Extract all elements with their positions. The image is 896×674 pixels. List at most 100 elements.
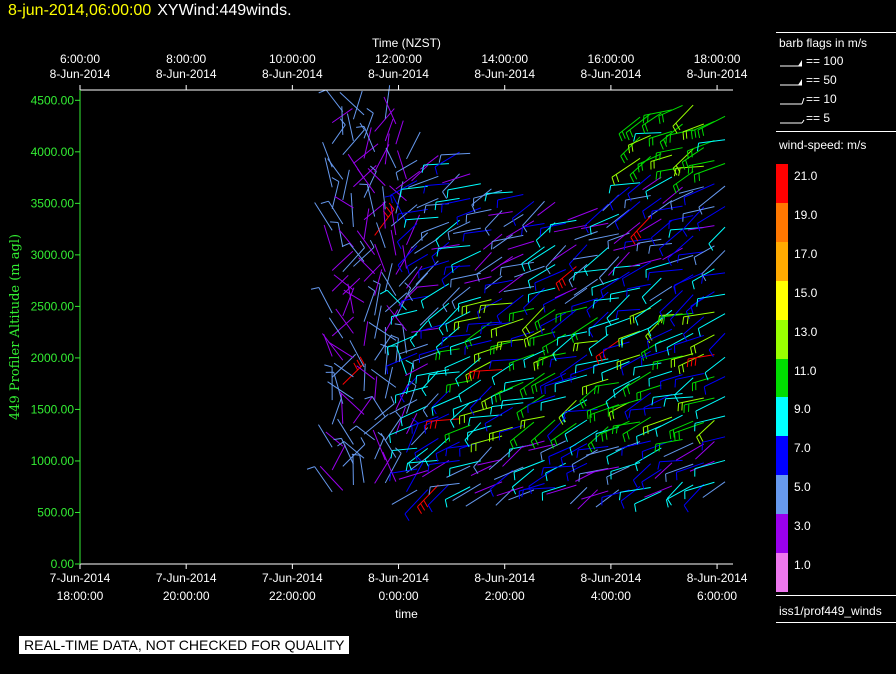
wind-barb xyxy=(579,468,609,475)
wind-barb xyxy=(451,286,471,302)
wind-barb-feather xyxy=(556,337,559,346)
wind-barb xyxy=(444,424,471,436)
wind-barb-feather xyxy=(658,115,661,124)
wind-barb-feather xyxy=(605,431,608,440)
wind-barb-feather xyxy=(693,257,697,266)
wind-barb-feather xyxy=(593,386,596,395)
y-tick-label: 3000.00 xyxy=(31,248,75,262)
wind-barb-feather xyxy=(372,280,381,285)
wind-barb-feather xyxy=(682,316,685,325)
wind-barb xyxy=(650,154,673,162)
wind-barb xyxy=(617,308,641,312)
wind-barb xyxy=(339,391,365,415)
wind-barb xyxy=(499,425,524,433)
wind-barb-feather xyxy=(420,232,423,241)
wind-barb-feather xyxy=(586,309,591,318)
wind-barb-feather xyxy=(568,279,573,288)
wind-barb-feather xyxy=(632,171,638,180)
wind-barb xyxy=(374,284,381,316)
wind-barb-feather xyxy=(693,345,697,354)
wind-barb-feather xyxy=(462,233,465,242)
wind-barb xyxy=(701,250,726,275)
wind-barb-feather xyxy=(651,397,654,406)
wind-barb-feather xyxy=(611,425,614,435)
wind-barb-feather xyxy=(686,150,689,159)
wind-barb-feather xyxy=(606,476,609,485)
wind-barb-feather xyxy=(658,443,661,452)
wind-barb-feather xyxy=(560,457,564,466)
legend-divider xyxy=(776,32,896,33)
wind-barb-feather xyxy=(484,285,486,294)
wind-barb-feather xyxy=(598,277,605,285)
wind-barb-feather xyxy=(601,433,604,442)
colorbar-label: 7.0 xyxy=(794,441,811,456)
wind-barb-feather xyxy=(555,283,560,291)
wind-barb-feather xyxy=(621,278,625,287)
wind-barb xyxy=(690,291,715,307)
wind-barb xyxy=(496,294,524,317)
wind-barb xyxy=(384,417,402,441)
wind-barb xyxy=(407,272,429,295)
wind-barb-feather xyxy=(525,326,531,334)
wind-barb xyxy=(397,208,428,215)
wind-barb xyxy=(649,286,673,302)
wind-barb-feather xyxy=(655,171,658,180)
top-tick-time: 10:00:00 xyxy=(269,52,316,66)
wind-barb-feather xyxy=(527,262,531,271)
wind-barb-feather xyxy=(468,417,471,426)
wind-barb-feather xyxy=(424,459,430,467)
wind-barb xyxy=(474,345,503,356)
wind-barb xyxy=(491,387,513,397)
barb-legend-label: == 5 xyxy=(806,111,831,125)
wind-barb xyxy=(564,287,588,305)
wind-barb-feather xyxy=(431,407,434,416)
colorbar-segment xyxy=(776,553,788,592)
wind-barb xyxy=(613,243,641,251)
wind-barb-feather xyxy=(379,289,388,295)
wind-barb xyxy=(629,155,652,176)
wind-barb-feather xyxy=(385,206,392,214)
wind-barb xyxy=(432,390,450,408)
wind-barb xyxy=(363,127,372,159)
wind-barb xyxy=(511,331,535,340)
wind-barb-feather xyxy=(673,285,676,294)
wind-barb-feather xyxy=(683,197,686,206)
wind-barb-feather xyxy=(450,420,455,428)
wind-barb-feather xyxy=(496,342,499,351)
wind-barb xyxy=(328,200,344,225)
wind-barb xyxy=(507,240,535,250)
wind-barb-feather xyxy=(614,222,619,230)
top-tick-time: 6:00:00 xyxy=(60,52,100,66)
wind-barb-feather xyxy=(446,189,449,198)
wind-barb-feather xyxy=(549,224,551,233)
wind-barb xyxy=(363,208,370,240)
wind-barb xyxy=(471,188,492,206)
wind-barb-feather xyxy=(503,382,506,391)
wind-barb xyxy=(535,222,556,241)
wind-barb xyxy=(583,247,609,269)
wind-barb-feather xyxy=(615,310,619,319)
wind-barb xyxy=(541,396,566,404)
top-tick-date: 8-Jun-2014 xyxy=(581,67,642,81)
wind-barb-feather xyxy=(620,367,624,376)
wind-barb-feather xyxy=(623,152,628,161)
wind-barb-feather xyxy=(620,500,625,509)
wind-barb-feather xyxy=(404,513,410,521)
wind-barb-feather xyxy=(697,328,701,337)
wind-barb-feather xyxy=(423,499,429,508)
y-tick-label: 3500.00 xyxy=(31,196,75,210)
wind-barb xyxy=(564,419,588,435)
wind-barb-feather xyxy=(537,320,541,329)
top-tick-time: 8:00:00 xyxy=(166,52,206,66)
wind-barb xyxy=(406,131,421,160)
wind-barb-feather xyxy=(331,177,340,182)
wind-barb-feather xyxy=(645,191,649,200)
wind-barb xyxy=(416,369,450,377)
wind-barb xyxy=(674,272,704,286)
wind-barb-feather xyxy=(605,326,608,335)
wind-barb xyxy=(331,398,342,425)
wind-barb-feather xyxy=(633,133,636,142)
wind-barb xyxy=(334,195,354,209)
wind-barb xyxy=(399,376,418,396)
wind-barb xyxy=(319,465,344,491)
